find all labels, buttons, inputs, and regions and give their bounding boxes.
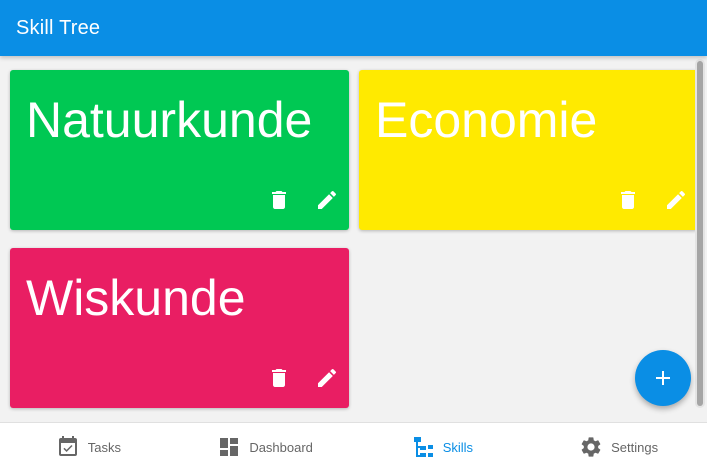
nav-item-tasks[interactable]: Tasks: [0, 423, 177, 471]
edit-skill-button[interactable]: [315, 188, 339, 212]
dashboard-icon: [220, 438, 239, 456]
app-bar: Skill Tree: [0, 0, 707, 56]
nav-label: Dashboard: [249, 439, 313, 455]
plus-icon: [656, 371, 670, 385]
pencil-icon: [318, 190, 337, 209]
trash-icon: [272, 191, 286, 209]
skill-card-title: Economie: [375, 92, 598, 148]
app-root: Skill Tree Natuurkunde Economie Wiskunde…: [0, 0, 707, 471]
skill-card-natuurkunde[interactable]: Natuurkunde: [10, 70, 349, 230]
gear-icon: [581, 437, 601, 457]
page-title: Skill Tree: [16, 16, 101, 39]
skill-card-actions: [616, 188, 688, 212]
skill-card-actions: [267, 188, 339, 212]
nav-label: Settings: [611, 439, 659, 455]
pencil-icon: [667, 190, 686, 209]
edit-skill-button[interactable]: [664, 188, 688, 212]
nav-item-dashboard[interactable]: Dashboard: [177, 423, 354, 471]
bottom-nav: Tasks Dashboard Skills Settings: [0, 422, 707, 471]
skill-card-title: Natuurkunde: [26, 92, 313, 148]
scrollbar-thumb[interactable]: [697, 61, 703, 406]
trash-icon: [272, 369, 286, 387]
delete-skill-button[interactable]: [267, 188, 291, 212]
nav-label: Tasks: [87, 439, 121, 455]
nav-label: Skills: [442, 439, 474, 455]
delete-skill-button[interactable]: [616, 188, 640, 212]
skill-card-wiskunde[interactable]: Wiskunde: [10, 248, 349, 408]
calendar-check-icon: [58, 436, 77, 456]
skills-grid: Natuurkunde Economie Wiskunde: [0, 56, 707, 422]
skill-card-economie[interactable]: Economie: [359, 70, 698, 230]
pencil-icon: [318, 368, 337, 387]
skill-card-title: Wiskunde: [26, 270, 246, 326]
trash-icon: [621, 191, 635, 209]
add-skill-button[interactable]: [635, 350, 691, 406]
edit-skill-button[interactable]: [315, 366, 339, 390]
skill-tree-icon: [413, 437, 433, 457]
skill-card-actions: [267, 366, 339, 390]
nav-item-settings[interactable]: Settings: [530, 423, 707, 471]
delete-skill-button[interactable]: [267, 366, 291, 390]
scrollbar[interactable]: [695, 59, 705, 408]
nav-item-skills[interactable]: Skills: [354, 423, 531, 471]
